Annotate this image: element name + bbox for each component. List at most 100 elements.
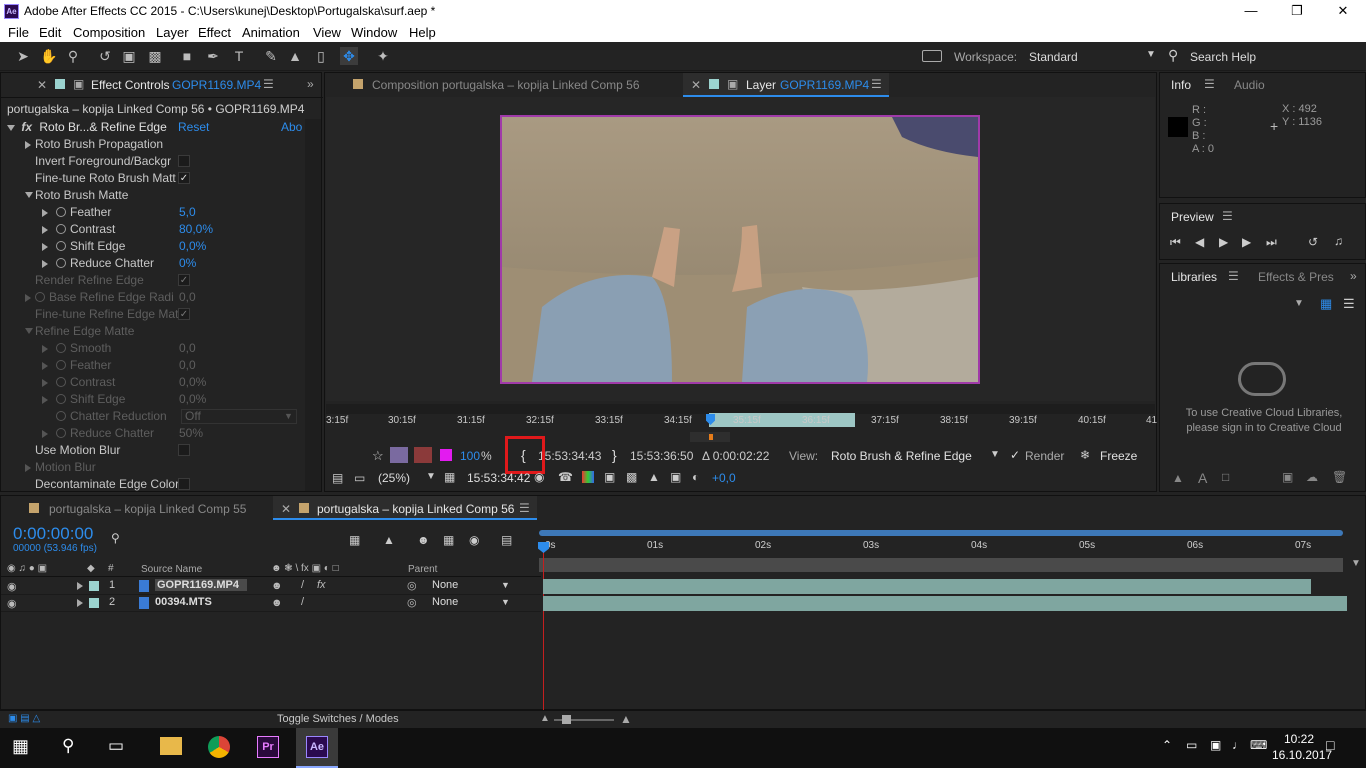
clock-date[interactable]: 16.10.2017 [1272, 748, 1332, 762]
menu-animation[interactable]: Animation [242, 25, 300, 40]
alpha-boundary-icon[interactable] [414, 447, 432, 463]
expand-icon[interactable] [42, 260, 48, 268]
menu-help[interactable]: Help [409, 25, 436, 40]
timeline-layer-row[interactable]: ◉ 2 00394.MTS ☻ / ◎ None ▼ [1, 595, 541, 612]
motion-blur-icon[interactable]: ◉ [469, 533, 479, 547]
onion-skin-icon[interactable]: ☆ [372, 448, 384, 464]
minimize-icon[interactable]: — [1228, 0, 1274, 23]
zoom-tool-icon[interactable]: ⚲ [64, 47, 82, 65]
first-frame-icon[interactable]: ⏮ [1170, 235, 1181, 250]
expand-icon[interactable] [42, 430, 48, 438]
parent-pickwhip-icon[interactable]: ◎ [407, 596, 417, 609]
3d-view-icon[interactable]: ▲ [648, 470, 660, 484]
collapse-icon[interactable] [25, 328, 33, 334]
freeze-button[interactable]: Freeze [1100, 449, 1137, 463]
effect-property-row[interactable]: Shift Edge 0,0% [1, 238, 301, 255]
lock-icon[interactable]: ▣ [727, 77, 738, 91]
menu-layer[interactable]: Layer [156, 25, 189, 40]
stopwatch-icon[interactable] [35, 292, 45, 302]
stopwatch-icon[interactable] [56, 360, 66, 370]
property-value[interactable]: 0,0 [179, 289, 196, 306]
puppet-pin-tool-icon[interactable]: ✦ [374, 47, 392, 65]
network-icon[interactable]: ▣ [1210, 738, 1221, 752]
expand-icon[interactable] [42, 243, 48, 251]
clock-time[interactable]: 10:22 [1284, 732, 1314, 746]
language-icon[interactable]: ⌨ [1250, 738, 1267, 752]
expand-icon[interactable] [77, 582, 83, 590]
close-tab-icon[interactable]: ✕ [691, 78, 701, 92]
camera-icon[interactable]: ▣ [670, 470, 681, 484]
snapshot-icon[interactable]: ◉ [534, 470, 544, 484]
roto-brush-tool-icon[interactable]: ✥ [340, 47, 358, 65]
effect-property-row[interactable]: Reduce Chatter 0% [1, 255, 301, 272]
effect-property-row[interactable]: Contrast 0,0% [1, 374, 301, 391]
windows-start-icon[interactable]: ▦ [12, 736, 29, 757]
add-text-icon[interactable]: A [1198, 470, 1207, 486]
sync-icon[interactable]: ☁ [1306, 470, 1318, 484]
next-frame-icon[interactable]: ▶ [1242, 235, 1251, 249]
panel-menu-icon[interactable]: ☰ [263, 77, 274, 91]
effect-property-row[interactable]: Shift Edge 0,0% [1, 391, 301, 408]
tab-composition[interactable]: Composition portugalska – kopija Linked … [372, 78, 640, 92]
layer-switches-icon[interactable]: ▣ ▤ △ [8, 713, 40, 724]
stopwatch-icon[interactable] [56, 411, 66, 421]
effect-property-row[interactable]: Decontaminate Edge Color [1, 476, 301, 493]
reset-link[interactable]: Reset [178, 119, 209, 136]
effect-property-row[interactable]: Refine Edge Matte [1, 323, 301, 340]
tab-effect-file[interactable]: GOPR1169.MP4 [172, 78, 261, 92]
view-select[interactable]: Roto Brush & Refine Edge [831, 449, 972, 463]
rotate-tool-icon[interactable]: ↺ [96, 47, 114, 65]
show-snapshot-icon[interactable]: ☎ [558, 470, 573, 484]
parent-pickwhip-icon[interactable]: ◎ [407, 579, 417, 592]
effect-property-row[interactable]: Invert Foreground/Backgr [1, 153, 301, 170]
effect-property-row[interactable]: Fine-tune Refine Edge Matt ✓ [1, 306, 301, 323]
audio-icon[interactable]: ♫ [1334, 234, 1343, 248]
property-value[interactable]: 0,0 [179, 357, 196, 374]
property-value[interactable]: 0,0% [179, 238, 206, 255]
effect-property-row[interactable]: Use Motion Blur [1, 442, 301, 459]
magnification-select[interactable]: (25%) [378, 471, 410, 485]
brush-tool-icon[interactable]: ✎ [262, 47, 280, 65]
fx-icon[interactable]: fx [21, 120, 32, 134]
battery-icon[interactable]: ▭ [1186, 738, 1197, 752]
effect-property-row[interactable]: Chatter Reduction Off ▼ [1, 408, 301, 425]
clone-stamp-tool-icon[interactable]: ▲ [286, 47, 304, 65]
volume-icon[interactable]: ♩ [1232, 738, 1244, 752]
camera-tool-icon[interactable]: ▣ [120, 47, 138, 65]
effect-header[interactable]: fx Roto Br...& Refine Edge [7, 119, 167, 136]
pan-behind-tool-icon[interactable]: ▩ [146, 47, 164, 65]
list-view-icon[interactable]: ☰ [1343, 296, 1355, 312]
expand-icon[interactable] [42, 226, 48, 234]
expand-panels-icon[interactable]: » [1350, 269, 1357, 283]
premiere-pro-icon[interactable]: Pr [257, 736, 279, 758]
stopwatch-icon[interactable] [56, 258, 66, 268]
property-value[interactable]: 0,0 [179, 340, 196, 357]
layer-duration-bar[interactable] [543, 579, 1311, 594]
effect-property-row[interactable]: Smooth 0,0 [1, 340, 301, 357]
fx-switch[interactable]: fx [317, 579, 326, 591]
magnification-chevron-icon[interactable]: ▼ [426, 471, 436, 482]
effect-property-row[interactable]: Render Refine Edge ✓ [1, 272, 301, 289]
property-select-box[interactable] [181, 409, 297, 424]
visibility-eye-icon[interactable]: ◉ [7, 580, 17, 593]
menu-file[interactable]: File [8, 25, 29, 40]
layer-name[interactable]: GOPR1169.MP4 [155, 579, 247, 591]
eraser-tool-icon[interactable]: ▯ [312, 47, 330, 65]
stopwatch-icon[interactable] [56, 394, 66, 404]
workspace-select[interactable]: Standard [1029, 50, 1078, 64]
shy-icon[interactable]: ☻ [417, 533, 430, 547]
visibility-eye-icon[interactable]: ◉ [7, 597, 17, 610]
add-graphic-icon[interactable]: □ [1222, 470, 1229, 484]
graph-editor-icon[interactable]: ▤ [501, 533, 512, 547]
expand-icon[interactable] [25, 294, 31, 302]
property-checkbox[interactable]: ✓ [178, 172, 190, 184]
expand-icon[interactable] [42, 396, 48, 404]
comp-mini-flowchart-icon[interactable]: ▦ [349, 533, 360, 547]
effect-property-row[interactable]: Base Refine Edge Radi 0,0 [1, 289, 301, 306]
stopwatch-icon[interactable] [56, 343, 66, 353]
expand-icon[interactable] [42, 362, 48, 370]
lock-icon[interactable]: ▣ [73, 77, 84, 91]
expand-icon[interactable] [42, 345, 48, 353]
zoom-slider-handle[interactable] [562, 715, 571, 724]
parent-select[interactable]: None [432, 596, 458, 608]
